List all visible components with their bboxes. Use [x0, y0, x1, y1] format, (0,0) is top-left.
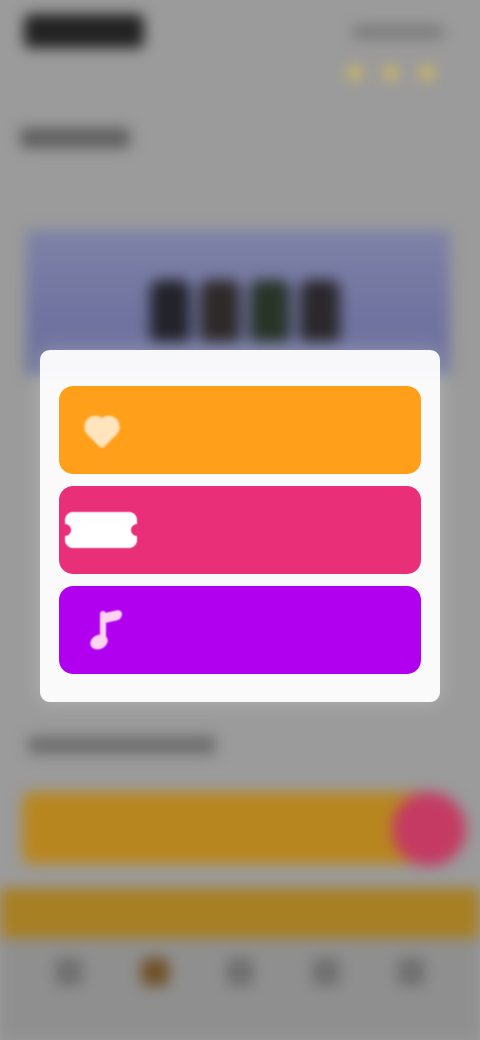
person-silhouette [250, 280, 290, 342]
option-purple[interactable] [59, 586, 421, 674]
gold-strip [0, 888, 480, 938]
section-subtitle [28, 736, 216, 754]
note-flag [106, 609, 122, 623]
option-pink[interactable] [59, 486, 421, 574]
heart-icon [81, 410, 121, 450]
gold-panel[interactable] [22, 792, 442, 864]
header-dots [348, 66, 434, 80]
nav-item-icon[interactable] [226, 958, 254, 986]
app-logo [24, 14, 144, 48]
music-note-icon [80, 607, 122, 653]
nav-item-icon[interactable] [55, 958, 83, 986]
nav-item-icon[interactable] [311, 958, 340, 986]
top-right-status [352, 26, 444, 38]
dot-icon [384, 66, 398, 80]
screen [0, 0, 480, 1040]
bottom-nav [0, 938, 480, 1040]
dot-icon [348, 66, 362, 80]
section-title [20, 128, 130, 148]
ticket-icon [59, 512, 143, 548]
options-modal [40, 350, 440, 702]
note-head [87, 631, 111, 653]
person-silhouette [300, 280, 340, 342]
option-orange[interactable] [59, 386, 421, 474]
bottom-nav-items [55, 958, 425, 986]
banner-people [140, 272, 350, 342]
nav-item-icon-active[interactable] [140, 958, 169, 986]
person-silhouette [150, 280, 190, 342]
person-silhouette [200, 280, 240, 342]
nav-item-icon[interactable] [397, 958, 425, 986]
option-icon-box [59, 586, 143, 674]
dot-icon [420, 66, 434, 80]
option-icon-box [59, 386, 143, 474]
option-icon-box [59, 486, 143, 574]
floating-action-button[interactable] [392, 792, 466, 866]
